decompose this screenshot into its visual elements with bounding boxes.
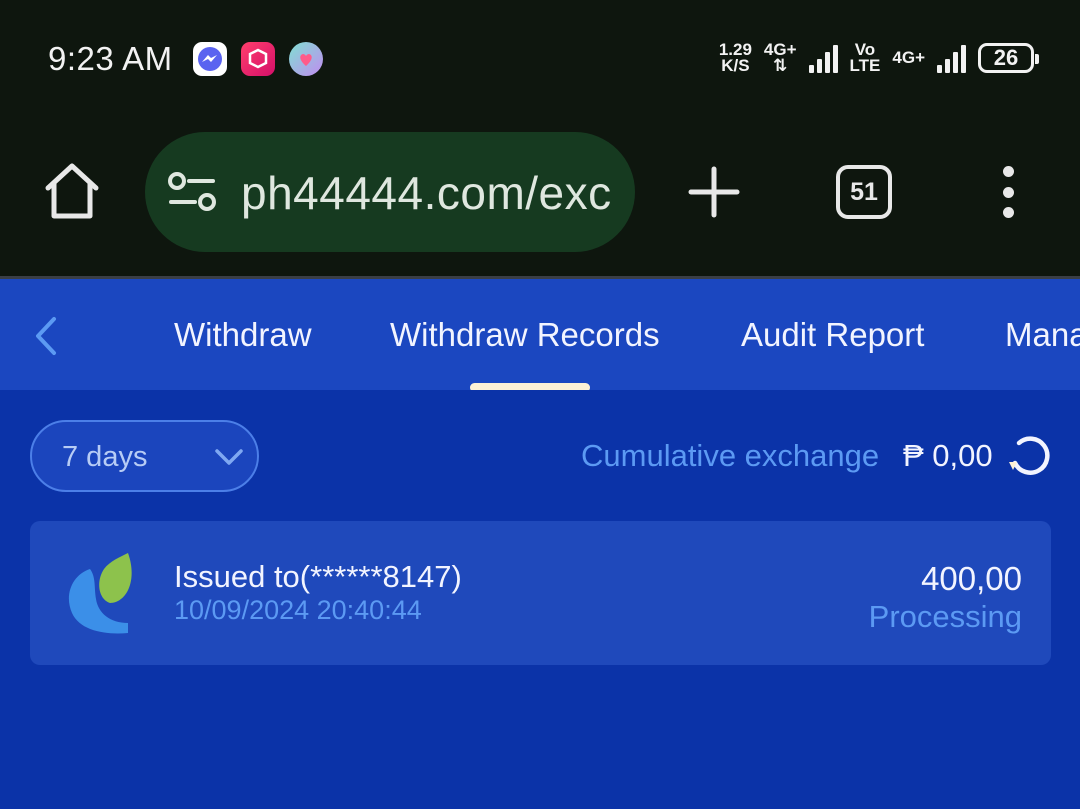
cumulative-exchange-label: Cumulative exchange xyxy=(581,438,880,473)
more-dot-icon xyxy=(1002,186,1014,198)
signal-icon xyxy=(808,43,838,73)
network-label-2: 4G+ xyxy=(892,48,925,67)
browser-menu-button[interactable] xyxy=(994,166,1022,218)
tab-withdraw-records[interactable]: Withdraw Records xyxy=(390,313,660,357)
cumulative-exchange-amount: ₱ 0,00 xyxy=(903,438,993,473)
tab-count: 51 xyxy=(850,177,878,206)
address-bar[interactable]: ph44444.com/exchange xyxy=(145,132,635,252)
volte-bottom: LTE xyxy=(849,56,881,75)
period-select[interactable]: 7 days xyxy=(30,420,259,492)
status-indicators: 1.29 K/S 4G+ ⇅ Vo LTE 4G+ 26 xyxy=(719,38,1039,78)
record-datetime: 10/09/2024 20:40:44 xyxy=(174,595,422,625)
tab-switcher-button[interactable]: 51 xyxy=(836,165,892,219)
record-item[interactable]: Issued to(******8147) 10/09/2024 20:40:4… xyxy=(30,521,1051,665)
tab-audit-report[interactable]: Audit Report xyxy=(741,313,924,357)
new-tab-button[interactable] xyxy=(688,166,740,218)
browser-chrome: 9:23 AM 1.29 K/S 4G+ ⇅ Vo LTE 4G+ 26 ph4… xyxy=(0,0,1080,276)
tab-management[interactable]: Management xyxy=(1005,313,1080,357)
volte-indicator: Vo LTE xyxy=(849,41,881,75)
signal-icon-2 xyxy=(937,43,966,73)
messenger-icon xyxy=(193,42,227,76)
more-dot-icon xyxy=(1002,166,1014,177)
refresh-icon xyxy=(1009,436,1050,475)
data-arrows-icon: ⇅ xyxy=(773,56,788,75)
network-speed: 1.29 K/S xyxy=(719,41,752,75)
plus-icon xyxy=(688,166,740,218)
refresh-button[interactable] xyxy=(1006,432,1052,480)
battery-level: 26 xyxy=(993,45,1019,70)
home-button[interactable] xyxy=(40,158,104,224)
record-amount: 400,00 xyxy=(921,560,1022,597)
speed-unit: K/S xyxy=(721,56,750,75)
section-tabbar: Withdraw Withdraw Records Audit Report M… xyxy=(0,276,1080,390)
chevron-down-icon xyxy=(215,449,243,465)
chevron-left-icon xyxy=(36,317,56,355)
record-title: Issued to(******8147) xyxy=(174,559,462,594)
network-type-1: 4G+ ⇅ xyxy=(764,41,797,75)
site-settings-icon[interactable] xyxy=(167,170,217,214)
payment-provider-logo-icon xyxy=(68,553,132,634)
record-status: Processing xyxy=(868,599,1022,634)
more-dot-icon xyxy=(1002,207,1014,218)
active-tab-indicator xyxy=(470,383,590,390)
home-icon xyxy=(45,163,99,219)
period-value: 7 days xyxy=(62,441,148,473)
dating-app-icon xyxy=(289,42,323,76)
back-button[interactable] xyxy=(26,313,66,359)
tab-withdraw[interactable]: Withdraw xyxy=(174,313,312,357)
url-text[interactable]: ph44444.com/exchange xyxy=(241,166,613,220)
network-type-2: 4G+ xyxy=(892,48,925,67)
battery-icon: 26 xyxy=(978,43,1039,73)
lazada-icon xyxy=(241,42,275,76)
status-time: 9:23 AM xyxy=(48,40,173,77)
